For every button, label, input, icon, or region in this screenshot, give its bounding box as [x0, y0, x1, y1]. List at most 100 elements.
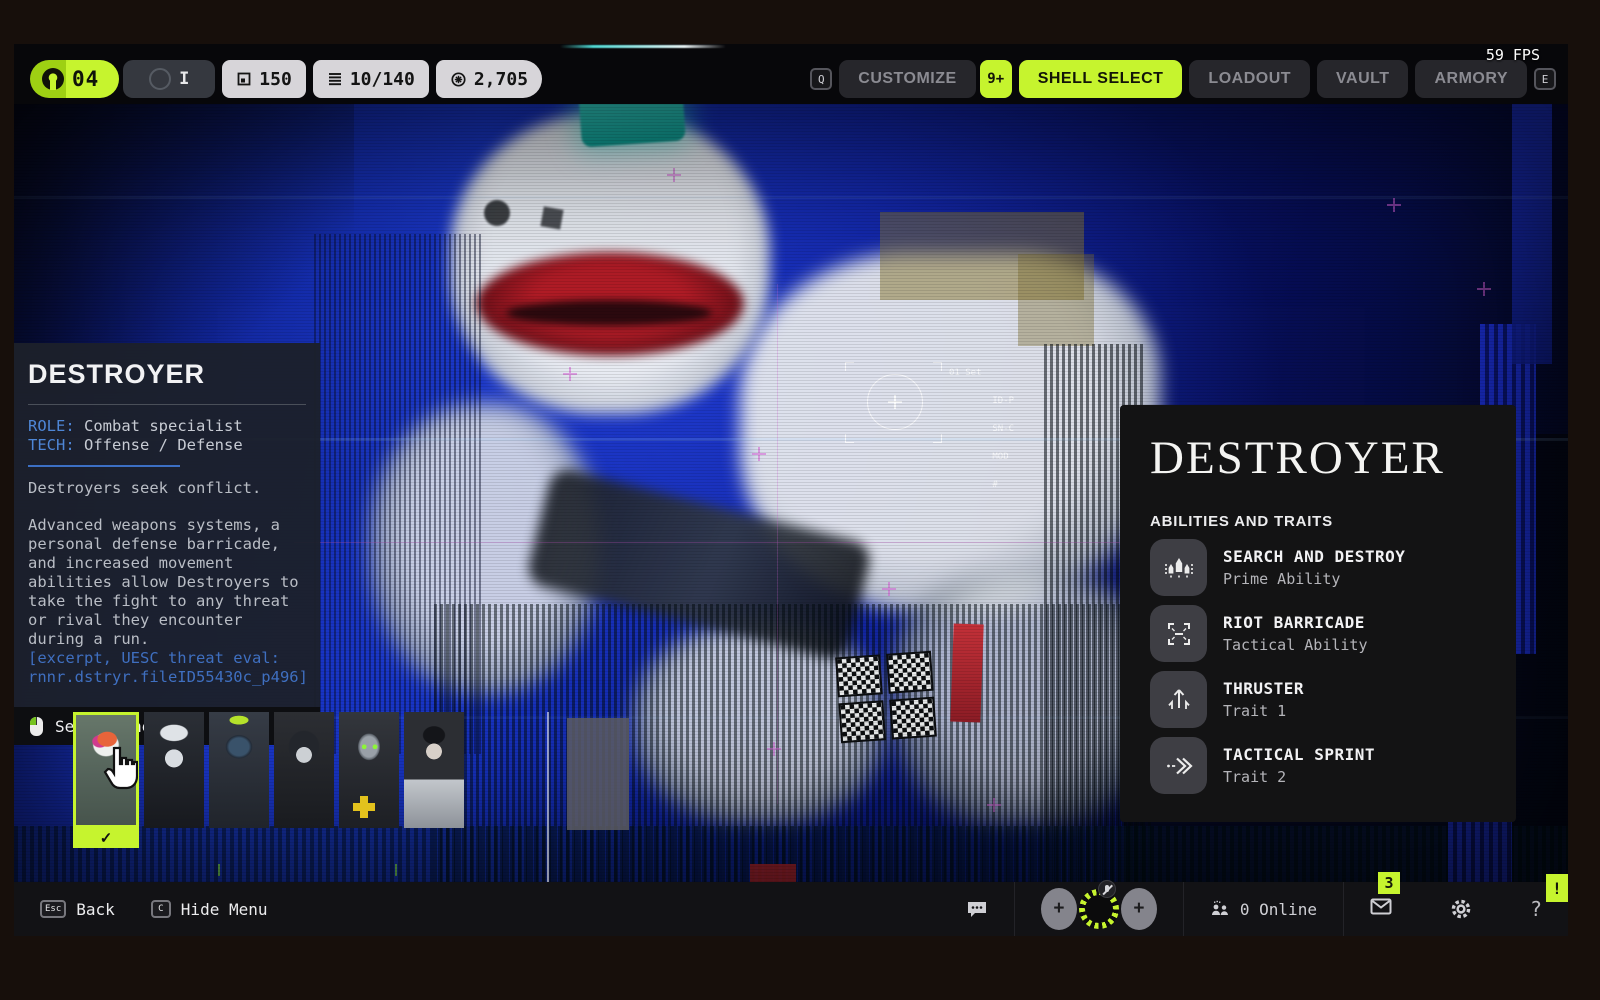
barricade-icon: [1150, 605, 1207, 662]
frame-icon: [236, 71, 252, 87]
shell-name-title: DESTROYER: [28, 359, 306, 390]
stat-badge-credits: 2,705: [436, 60, 542, 98]
online-status: 0 Online: [1210, 900, 1317, 919]
player-level-badge: 04: [30, 60, 119, 98]
shell-thumbnail-6[interactable]: [404, 712, 464, 828]
runner-logo-icon: [42, 68, 64, 90]
carousel-divider: [547, 712, 549, 882]
separator: [1183, 882, 1184, 936]
fps-counter: 59 FPS: [1486, 46, 1540, 64]
thruster-icon: [1150, 671, 1207, 728]
tab-shell-select[interactable]: SHELL SELECT: [1019, 60, 1183, 98]
back-label: Back: [76, 900, 115, 919]
ability-name: RIOT BARRICADE: [1223, 613, 1368, 632]
utility-icons: 3 ?: [1370, 897, 1542, 921]
add-party-slot-button[interactable]: +: [1041, 888, 1077, 930]
role-label: ROLE:: [28, 417, 75, 435]
shell-tech-line: TECH: Offense / Defense: [28, 436, 306, 455]
stat-value: 150: [259, 69, 292, 90]
divider: [28, 404, 306, 405]
player-level: 04: [72, 67, 99, 91]
rank-value: I: [179, 69, 189, 89]
customize-count-badge: 9+: [980, 60, 1012, 98]
stack-icon: [327, 71, 343, 87]
mouse-left-click-icon: [30, 717, 43, 736]
settings-gear-icon[interactable]: [1450, 898, 1472, 920]
hide-menu-label: Hide Menu: [181, 900, 268, 919]
stat-badge-capacity: 10/140: [313, 60, 429, 98]
add-party-slot-button[interactable]: +: [1121, 888, 1157, 930]
stat-value: 10/140: [350, 69, 415, 90]
shell-role-line: ROLE: Combat specialist: [28, 417, 306, 436]
tab-armory[interactable]: ARMORY: [1415, 60, 1527, 98]
shell-info-body: DESTROYER ROLE: Combat specialist TECH: …: [14, 343, 320, 707]
scene-glow-line: [560, 45, 726, 48]
shell-thumbnail-1-selected[interactable]: ✓: [73, 712, 139, 892]
tab-customize[interactable]: CUSTOMIZE: [839, 60, 975, 98]
shell-tagline: Destroyers seek conflict.: [28, 479, 306, 498]
ability-row-search-and-destroy[interactable]: SEARCH AND DESTROY Prime Ability: [1150, 539, 1486, 596]
chat-icon[interactable]: [966, 899, 988, 919]
rank-badge: I: [123, 60, 215, 98]
hand-cursor: [102, 746, 138, 790]
friends-icon: [1210, 900, 1230, 918]
shell-carousel: ✓: [73, 712, 464, 892]
mail-widget[interactable]: 3: [1370, 898, 1392, 920]
game-viewport: 01 Set ID-P SN-C MOD # 04 I 150: [14, 44, 1568, 936]
shell-thumbnail-2[interactable]: [144, 712, 204, 828]
help-icon[interactable]: ?: [1530, 897, 1542, 921]
shell-excerpt: [excerpt, UESC threat eval: rnnr.dstryr.…: [28, 649, 306, 687]
ability-name: SEARCH AND DESTROY: [1223, 547, 1405, 566]
party-widget: + +: [1041, 888, 1157, 930]
check-icon: ✓: [100, 829, 113, 847]
shell-info-panel: DESTROYER ROLE: Combat specialist TECH: …: [14, 343, 320, 745]
ability-row-thruster[interactable]: THRUSTER Trait 1: [1150, 671, 1486, 728]
bottom-bar: Esc Back C Hide Menu + + 0 Online: [14, 882, 1568, 936]
tab-vault[interactable]: VAULT: [1317, 60, 1408, 98]
shell-thumbnail-3[interactable]: [209, 712, 269, 828]
ability-name: THRUSTER: [1223, 679, 1304, 698]
menu-tabs-group: Q CUSTOMIZE 9+ SHELL SELECT LOADOUT VAUL…: [810, 60, 1556, 98]
cycle-right-keyhint: E: [1534, 68, 1556, 90]
ability-type: Prime Ability: [1223, 570, 1405, 588]
rank-ring-icon: [149, 68, 171, 90]
missiles-icon: [1150, 539, 1207, 596]
role-value: Combat specialist: [84, 417, 243, 435]
player-stats-group: 04 I 150 10/140 2,705: [30, 60, 542, 98]
alert-badge[interactable]: !: [1546, 874, 1568, 902]
online-count: 0 Online: [1240, 900, 1317, 919]
tab-loadout[interactable]: LOADOUT: [1189, 60, 1310, 98]
abilities-panel: DESTROYER ABILITIES AND TRAITS SEARCH AN…: [1120, 405, 1516, 822]
ability-type: Trait 1: [1223, 702, 1304, 720]
mail-icon: [1370, 898, 1392, 915]
stat-value: 2,705: [474, 69, 528, 90]
cycle-left-keyhint: Q: [810, 68, 832, 90]
abilities-shell-title: DESTROYER: [1150, 431, 1486, 485]
ability-name: TACTICAL SPRINT: [1223, 745, 1375, 764]
credits-icon: [450, 71, 467, 88]
esc-keyhint: Esc: [40, 900, 66, 918]
mic-muted-icon: [1098, 880, 1116, 898]
shell-description: Advanced weapons systems, a personal def…: [28, 516, 306, 649]
shell-thumbnail-4[interactable]: [274, 712, 334, 828]
ability-row-riot-barricade[interactable]: RIOT BARRICADE Tactical Ability: [1150, 605, 1486, 662]
hide-menu-control[interactable]: C Hide Menu: [151, 900, 268, 919]
selected-check: ✓: [73, 828, 139, 848]
top-bar: 04 I 150 10/140 2,705 Q CUSTOMIZE 9+: [30, 60, 1556, 98]
abilities-section-heading: ABILITIES AND TRAITS: [1150, 513, 1486, 530]
sprint-icon: [1150, 737, 1207, 794]
mail-count-badge: 3: [1378, 872, 1400, 894]
back-control[interactable]: Esc Back: [40, 900, 115, 919]
c-keyhint: C: [151, 900, 171, 918]
tech-label: TECH:: [28, 436, 75, 454]
shell-slot-empty[interactable]: [567, 718, 629, 830]
shell-thumbnail-5[interactable]: [339, 712, 399, 828]
accent-divider: [28, 465, 180, 467]
separator: [1014, 882, 1015, 936]
stat-badge-frames: 150: [222, 60, 306, 98]
ability-type: Tactical Ability: [1223, 636, 1368, 654]
separator: [1343, 882, 1344, 936]
tech-value: Offense / Defense: [84, 436, 243, 454]
ability-row-tactical-sprint[interactable]: TACTICAL SPRINT Trait 2: [1150, 737, 1486, 794]
ability-type: Trait 2: [1223, 768, 1375, 786]
